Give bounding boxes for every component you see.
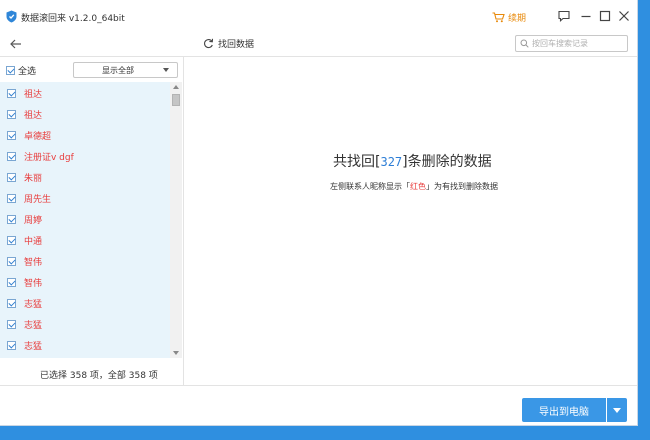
contact-row[interactable]: 朱丽 (0, 167, 170, 188)
contact-name: 智伟 (24, 279, 43, 289)
contact-checkbox[interactable] (7, 236, 16, 245)
app-logo-icon (6, 10, 17, 23)
contact-list-scrollbar[interactable] (170, 82, 182, 358)
contact-name: 志猛 (24, 321, 43, 331)
contact-row[interactable]: 志猛 (0, 335, 170, 356)
contact-checkbox[interactable] (7, 320, 16, 329)
caret-down-icon (163, 68, 169, 72)
contact-name: 志猛 (24, 300, 43, 310)
hint-prefix: 左侧联系人昵称显示「 (330, 182, 410, 191)
filter-dropdown[interactable]: 显示全部 (73, 62, 178, 78)
contact-checkbox[interactable] (7, 152, 16, 161)
minimize-icon[interactable] (579, 9, 593, 23)
contact-checkbox[interactable] (7, 131, 16, 140)
contact-checkbox[interactable] (7, 110, 16, 119)
scroll-down-arrow-icon[interactable] (173, 351, 179, 355)
caret-down-icon (613, 408, 621, 413)
headline-prefix: 共找回[ (333, 154, 381, 170)
contact-checkbox[interactable] (7, 89, 16, 98)
contact-row[interactable]: 中通 (0, 230, 170, 251)
contact-checkbox[interactable] (7, 194, 16, 203)
checkbox-checked-icon (6, 66, 15, 75)
search-icon (520, 39, 529, 48)
window-title: 数据滚回来 v1.2.0_64bit (21, 14, 125, 24)
recover-data-button[interactable]: 找回数据 (203, 37, 254, 50)
contact-checkbox[interactable] (7, 215, 16, 224)
maximize-icon[interactable] (598, 9, 612, 23)
renew-button[interactable]: 续期 (492, 10, 526, 24)
contact-name: 周婷 (24, 216, 43, 226)
contact-row[interactable]: 祖达 (0, 83, 170, 104)
hint-suffix: 」为有找到删除数据 (426, 182, 498, 191)
contact-row[interactable]: 卓德超 (0, 125, 170, 146)
contact-name: 注册证v dgf (24, 153, 74, 163)
refresh-icon (204, 38, 214, 49)
hint-red-word: 红色 (410, 182, 426, 191)
contact-row[interactable]: 注册证v dgf (0, 146, 170, 167)
back-arrow-icon[interactable] (8, 36, 24, 52)
scroll-up-arrow-icon[interactable] (173, 85, 179, 89)
toolbar: 找回数据 (0, 32, 637, 57)
scrollbar-thumb[interactable] (172, 94, 180, 106)
contact-row[interactable]: 志猛 (0, 314, 170, 335)
contact-checkbox[interactable] (7, 257, 16, 266)
contact-checkbox[interactable] (7, 299, 16, 308)
contact-row[interactable]: 祖达 (0, 104, 170, 125)
contact-name: 中通 (24, 237, 43, 247)
headline-suffix: ]条删除的数据 (402, 154, 492, 170)
export-to-pc-button[interactable]: 导出到电脑 (522, 398, 606, 422)
renew-label: 续期 (508, 13, 527, 24)
contact-row[interactable]: 周婷 (0, 209, 170, 230)
filter-selected-value: 显示全部 (102, 66, 134, 75)
contact-name: 周先生 (24, 195, 52, 205)
search-box (515, 35, 628, 52)
close-icon[interactable] (617, 9, 631, 23)
contact-row[interactable]: 周先生 (0, 188, 170, 209)
contact-list: 祖达 祖达 卓德超 注册证v dgf 朱丽 周先生 周婷 中通 智伟 智伟 志猛 志猛 志猛 (0, 82, 170, 358)
recover-data-label: 找回数据 (218, 40, 255, 50)
feedback-icon[interactable] (557, 9, 571, 23)
contact-name: 智伟 (24, 258, 43, 268)
contact-row[interactable]: 智伟 (0, 251, 170, 272)
title-bar: 数据滚回来 v1.2.0_64bit 续期 (0, 0, 637, 32)
contact-checkbox[interactable] (7, 278, 16, 287)
selection-summary: 已选择 358 项，全部 358 项 (40, 371, 158, 381)
contact-checkbox[interactable] (7, 341, 16, 350)
contact-row[interactable]: 志猛 (0, 293, 170, 314)
select-all-checkbox[interactable]: 全选 (6, 64, 36, 77)
contact-checkbox[interactable] (7, 173, 16, 182)
app-window: 数据滚回来 v1.2.0_64bit 续期 找回数据 按回车搜索记录 全选 显示… (0, 0, 637, 425)
contact-name: 祖达 (24, 111, 43, 121)
red-contact-hint: 左侧联系人昵称显示「红色」为有找到删除数据 (330, 181, 498, 192)
cart-icon (492, 11, 505, 22)
recovered-count-headline: 共找回[327]条删除的数据 (333, 151, 492, 171)
export-options-dropdown[interactable] (607, 398, 627, 422)
contact-row[interactable]: 智伟 (0, 272, 170, 293)
contact-name: 志猛 (24, 342, 43, 352)
contact-name: 朱丽 (24, 174, 43, 184)
search-input[interactable] (532, 36, 624, 51)
select-all-label: 全选 (18, 67, 37, 77)
contact-name: 卓德超 (24, 132, 52, 142)
contact-name: 祖达 (24, 90, 43, 100)
deleted-count: 327 (380, 155, 403, 169)
